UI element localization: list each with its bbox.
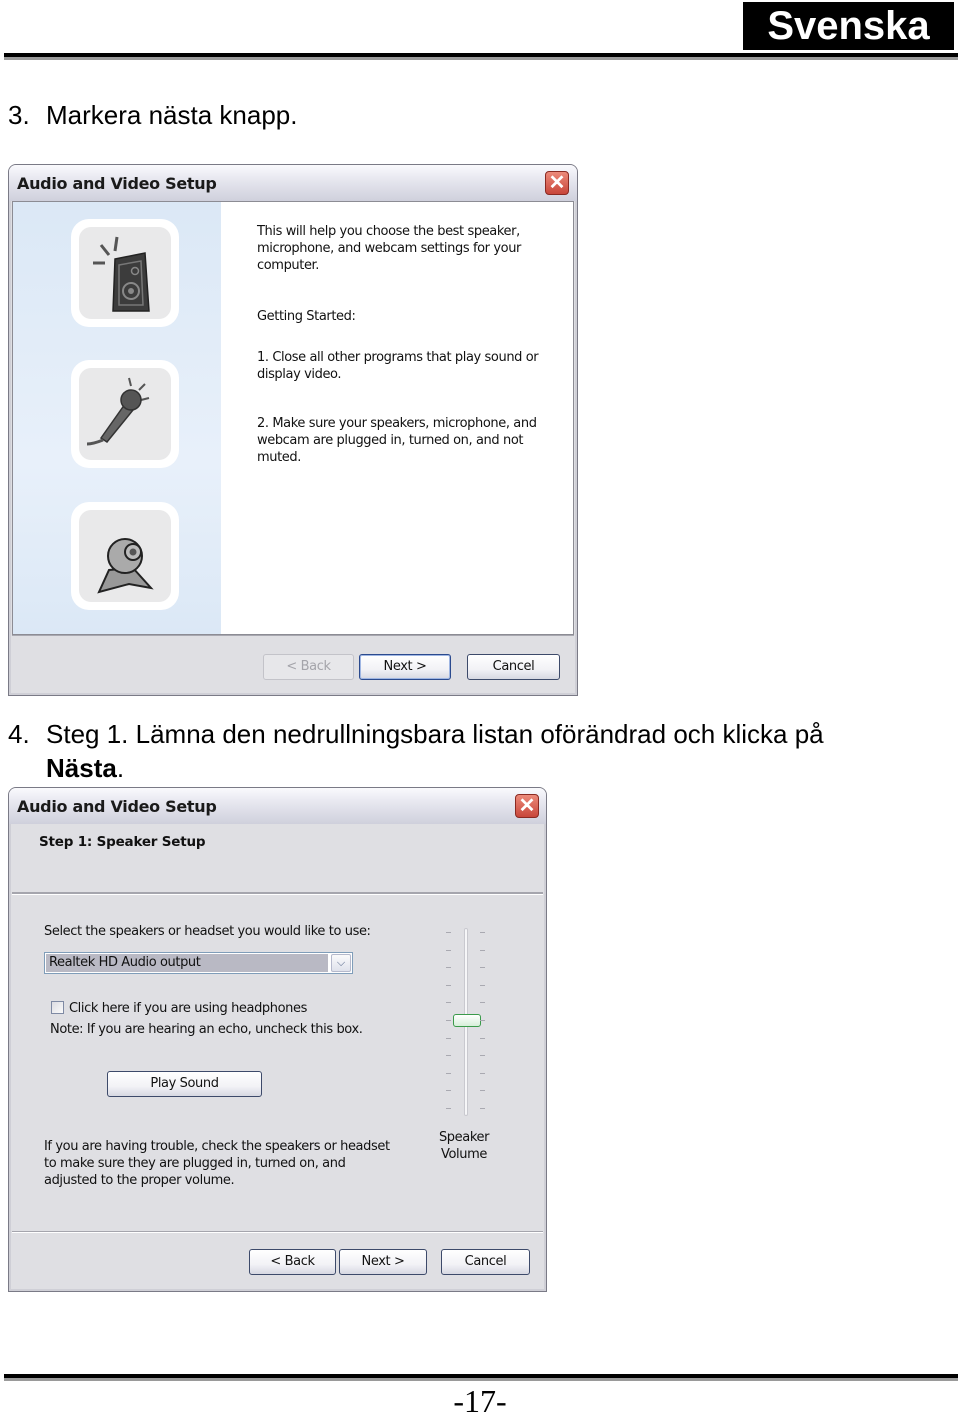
headphones-checkbox[interactable] [51,1001,64,1014]
instruction-item-1: 1. Close all other programs that play so… [257,349,539,383]
volume-tick [480,1020,485,1021]
volume-tick [446,1002,451,1004]
header-divider [12,892,543,895]
step-number: 4. [8,719,30,749]
intro-line: This will help you choose the best speak… [257,224,520,239]
item-line: webcam are plugged in, turned on, and no… [257,433,524,448]
trouble-line: to make sure they are plugged in, turned… [44,1156,346,1171]
step-3-instruction: 3. Markera nästa knapp. [8,98,297,132]
step-text: Steg 1. Lämna den nedrullningsbara lista… [46,719,824,749]
microphone-tile [71,360,179,468]
intro-line: computer. [257,258,320,273]
volume-tick [480,1090,485,1092]
trouble-line: adjusted to the proper volume. [44,1173,235,1188]
volume-tick [480,1072,485,1074]
volume-tick [480,1002,485,1004]
volume-tick [446,949,451,951]
cancel-button[interactable]: Cancel [467,654,560,680]
volume-tick [446,1020,451,1021]
content-panel: This will help you choose the best speak… [12,201,574,635]
play-sound-button[interactable]: Play Sound [107,1071,262,1097]
cancel-button[interactable]: Cancel [441,1249,530,1275]
footer-divider [12,1231,543,1233]
next-button[interactable]: Next > [359,654,451,680]
speaker-volume-label: Speaker Volume [429,1129,499,1163]
volume-tick [480,949,485,951]
dialog-title: Audio and Video Setup [17,797,217,816]
volume-tick [446,1037,451,1039]
item-line: 2. Make sure your speakers, microphone, … [257,416,537,431]
volume-slider-thumb[interactable] [453,1014,481,1027]
close-icon: ✕ [518,795,536,817]
step-text: Markera nästa knapp. [46,100,298,130]
intro-line: microphone, and webcam settings for your [257,241,521,256]
footer-rule-shadow [4,1378,958,1381]
webcam-icon [97,538,154,594]
next-keyword: Nästa [46,753,117,783]
next-button[interactable]: Next > [339,1249,427,1275]
volume-tick [480,1108,485,1109]
audio-video-setup-dialog-speaker: Audio and Video Setup ✕ Step 1: Speaker … [8,787,547,1292]
echo-note: Note: If you are hearing an echo, unchec… [50,1022,363,1037]
volume-label-line: Volume [441,1147,487,1162]
troubleshoot-text: If you are having trouble, check the spe… [44,1138,390,1189]
volume-tick [446,932,451,933]
dialog-title: Audio and Video Setup [17,174,217,193]
speaker-select[interactable]: Realtek HD Audio output ⌵ [44,952,353,974]
microphone-icon [86,377,150,446]
trouble-line: If you are having trouble, check the spe… [44,1139,390,1154]
volume-tick [480,932,485,933]
webcam-tile [71,502,179,610]
language-badge: Svenska [743,2,954,50]
speaker-select-value: Realtek HD Audio output [46,954,328,972]
volume-tick [446,1090,451,1092]
chevron-down-icon[interactable]: ⌵ [331,954,351,972]
volume-tick [446,1072,451,1074]
step-heading: Step 1: Speaker Setup [39,834,206,850]
icon-sidebar [13,202,221,634]
back-button[interactable]: < Back [263,654,354,680]
speaker-icon [93,236,150,312]
item-line: muted. [257,450,301,465]
volume-tick [480,984,485,986]
close-icon: ✕ [548,172,566,194]
step-4-instruction: 4. Steg 1. Lämna den nedrullningsbara lis… [8,717,824,785]
item-line: display video. [257,367,342,382]
speaker-tile [71,219,179,327]
getting-started-label: Getting Started: [257,309,356,324]
volume-tick [480,967,485,969]
back-button[interactable]: < Back [249,1249,336,1275]
instruction-item-2: 2. Make sure your speakers, microphone, … [257,415,537,466]
headphones-checkbox-label[interactable]: Click here if you are using headphones [69,1000,307,1017]
title-bar: Audio and Video Setup [9,788,546,824]
volume-tick [480,1037,485,1039]
volume-tick [446,984,451,986]
step-text-tail: . [116,753,125,783]
volume-label-line: Speaker [438,1130,490,1145]
select-speakers-label: Select the speakers or headset you would… [44,924,371,939]
volume-tick [446,1108,451,1109]
header-rule-shadow [4,57,958,60]
volume-tick [446,1055,451,1057]
title-bar: Audio and Video Setup [9,165,577,201]
item-line: 1. Close all other programs that play so… [257,350,539,365]
close-button[interactable]: ✕ [545,171,569,195]
intro-text: This will help you choose the best speak… [257,223,521,274]
page-number: -17- [453,1383,507,1419]
audio-video-setup-dialog-welcome: Audio and Video Setup ✕ This will help y… [8,164,578,696]
volume-tick [446,967,451,969]
step-number: 3. [8,100,30,130]
footer-divider [12,635,574,636]
volume-tick [480,1055,485,1057]
close-button[interactable]: ✕ [515,794,539,818]
